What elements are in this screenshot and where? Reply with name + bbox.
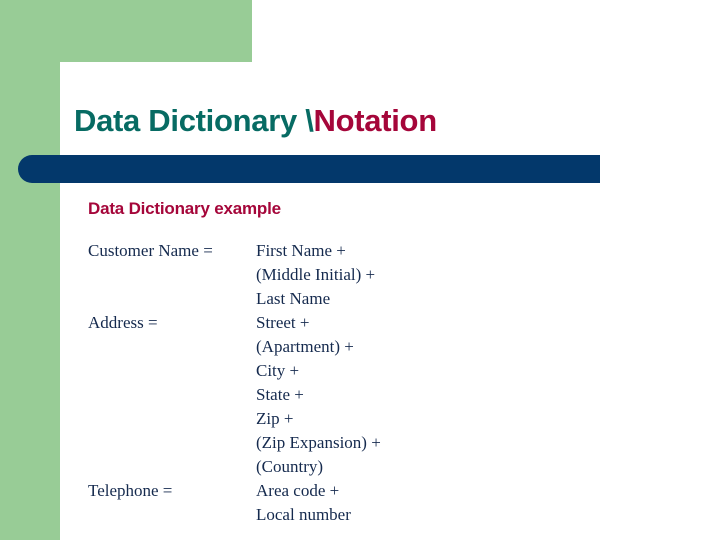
page-title-main: Data Dictionary \ xyxy=(74,103,314,138)
dictionary-row: Local number xyxy=(88,503,648,527)
dictionary-definition: City + xyxy=(256,361,300,380)
dictionary-definition: (Country) xyxy=(256,457,324,476)
page-title: Data Dictionary \Notation xyxy=(74,102,694,140)
dictionary-definition: (Apartment) + xyxy=(256,337,354,356)
dictionary-definition: Street + xyxy=(256,313,310,332)
dictionary-definition: First Name + xyxy=(256,241,346,260)
green-top-block-decoration xyxy=(0,0,252,62)
dictionary-row: State + xyxy=(88,383,648,407)
data-dictionary-list: Customer Name = First Name + (Middle Initi… xyxy=(88,239,648,527)
dictionary-definition: Local number xyxy=(256,505,351,524)
dictionary-definition: Last Name xyxy=(256,289,331,308)
dictionary-definition: Zip + xyxy=(256,409,294,428)
section-subtitle: Data Dictionary example xyxy=(88,199,281,218)
dictionary-row: (Zip Expansion) + xyxy=(88,431,648,455)
dictionary-row: Zip + xyxy=(88,407,648,431)
dictionary-definition: Area code + xyxy=(256,481,340,500)
dictionary-row: Last Name xyxy=(88,287,648,311)
dictionary-term: Customer Name = xyxy=(88,241,213,260)
page-title-accent: Notation xyxy=(313,103,438,138)
dictionary-definition: (Zip Expansion) + xyxy=(256,433,381,452)
dictionary-row: (Middle Initial) + xyxy=(88,263,648,287)
dictionary-row: Address = Street + xyxy=(88,311,648,335)
dictionary-definition: State + xyxy=(256,385,304,404)
dictionary-term: Address = xyxy=(88,313,158,332)
dictionary-row: City + xyxy=(88,359,648,383)
green-left-strip-decoration xyxy=(0,0,60,540)
presentation-slide: Data Dictionary \Notation Data Dictionar… xyxy=(0,0,720,540)
dictionary-row: (Country) xyxy=(88,455,648,479)
dictionary-row: Telephone = Area code + xyxy=(88,479,648,503)
dictionary-term: Telephone = xyxy=(88,481,173,500)
dictionary-row: (Apartment) + xyxy=(88,335,648,359)
title-divider-bar xyxy=(18,155,600,183)
dictionary-definition: (Middle Initial) + xyxy=(256,265,376,284)
dictionary-row: Customer Name = First Name + xyxy=(88,239,648,263)
